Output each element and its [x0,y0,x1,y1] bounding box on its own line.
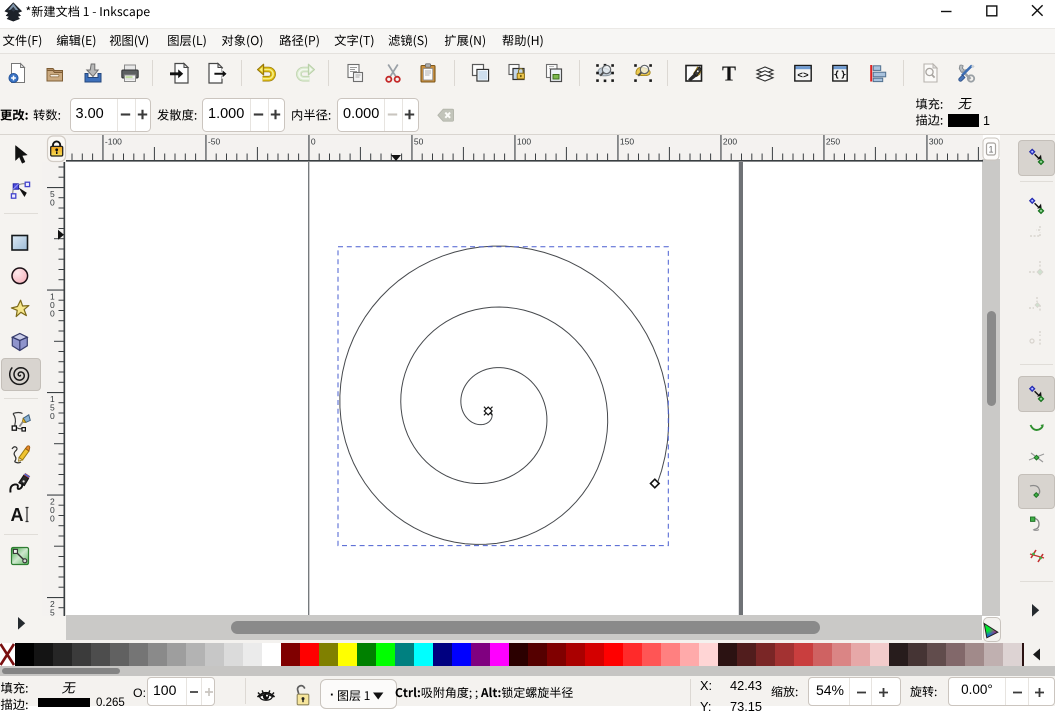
svg-text:<>: <> [797,70,809,81]
svg-text:200: 200 [723,137,737,147]
svg-text:1: 1 [988,145,993,155]
svg-text:-50: -50 [208,137,221,147]
svg-text:0: 0 [311,137,316,147]
svg-text:250: 250 [826,137,840,147]
svg-text:0: 0 [50,309,55,319]
svg-text:0: 0 [50,411,55,421]
svg-text:T: T [722,62,736,86]
svg-text:0: 0 [50,198,55,208]
svg-text:100: 100 [517,137,531,147]
svg-text:300: 300 [929,137,943,147]
svg-text:5: 5 [50,608,55,616]
svg-text:-100: -100 [105,137,122,147]
svg-text:50: 50 [414,137,424,147]
svg-text:A: A [11,505,24,525]
svg-text:150: 150 [620,137,634,147]
svg-text:0: 0 [50,514,55,524]
